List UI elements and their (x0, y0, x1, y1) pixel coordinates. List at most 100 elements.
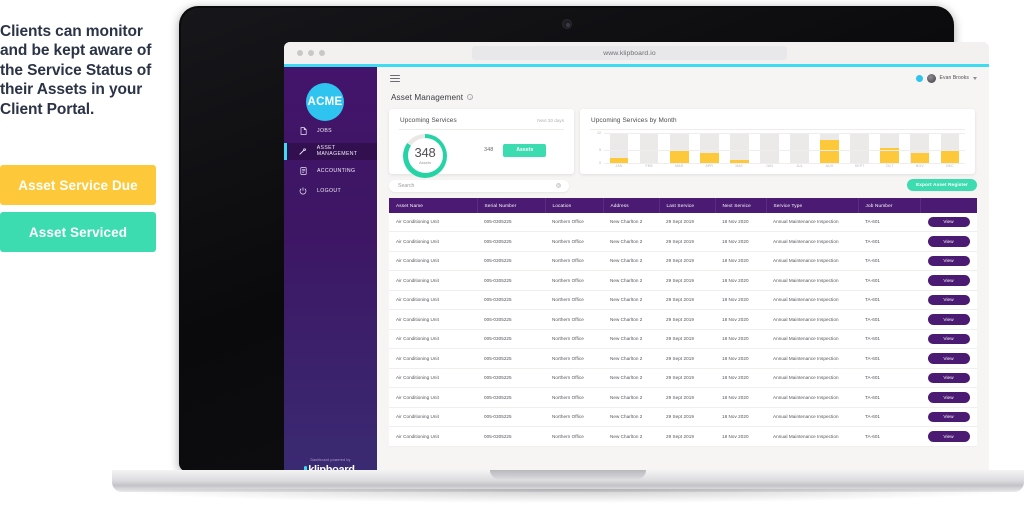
column-header[interactable] (920, 197, 977, 213)
assets-badge: Assets (503, 143, 547, 157)
table-cell: Annual Maintenance Inspection (766, 231, 858, 252)
table-cell-action: View (920, 231, 977, 252)
export-asset-register-button[interactable]: Export Asset Register (906, 179, 977, 191)
table-row[interactable]: Air Conditioning Unit 005-0305225 Northern… (389, 348, 977, 369)
table-cell: Northern Office (545, 368, 603, 388)
table-cell: TA-601 (858, 270, 920, 291)
window-controls[interactable] (297, 50, 325, 56)
bar-dec[interactable] (940, 150, 960, 163)
table-cell: TA-601 (858, 251, 920, 271)
column-header[interactable]: Job Number (858, 197, 921, 213)
column-header[interactable]: Asset Name (389, 197, 478, 213)
table-row[interactable]: Air Conditioning Unit 005-0305225 Northern… (389, 290, 977, 310)
view-button[interactable]: View (927, 294, 970, 305)
view-button[interactable]: View (927, 275, 970, 286)
table-row[interactable]: Air Conditioning Unit 005-0305225 Northern… (389, 407, 977, 427)
column-header[interactable]: Last Service (659, 197, 716, 213)
bar-slot[interactable] (935, 132, 965, 163)
view-button[interactable]: View (927, 333, 970, 344)
table-cell: Air Conditioning Unit (389, 251, 477, 271)
table-row[interactable]: Air Conditioning Unit 005-0305225 Northern… (389, 231, 977, 252)
bar-slot[interactable] (634, 132, 664, 163)
maximize-icon[interactable] (319, 50, 325, 56)
minimize-icon[interactable] (308, 50, 314, 56)
column-header[interactable]: Location (545, 197, 604, 213)
user-menu[interactable]: Evan Brooks (915, 73, 977, 83)
table-cell: 29 Sept 2019 (659, 329, 715, 349)
table-cell: 29 Sept 2019 (659, 270, 715, 291)
view-button[interactable]: View (927, 411, 970, 422)
table-row[interactable]: Air Conditioning Unit 005-0305225 Northern… (389, 251, 977, 271)
table-cell: 005-0305225 (477, 426, 545, 447)
view-button[interactable]: View (927, 431, 970, 442)
table-row[interactable]: Air Conditioning Unit 005-0305225 Northern… (389, 270, 977, 291)
bar-mar[interactable] (669, 150, 689, 163)
view-button[interactable]: View (927, 236, 970, 247)
search-input[interactable] (398, 182, 538, 189)
donut-label: Assets (418, 160, 431, 165)
clear-icon[interactable]: ✕ (555, 182, 561, 189)
sidebar-item-jobs[interactable]: JOBS (284, 123, 377, 140)
url-bar[interactable]: www.klipboard.io (472, 46, 787, 60)
bar-aug[interactable] (820, 140, 839, 163)
bar-slot[interactable] (905, 132, 935, 163)
bar-nov[interactable] (910, 152, 930, 163)
table-cell: Air Conditioning Unit (389, 329, 477, 349)
sidebar-item-asset-management[interactable]: ASSET MANAGEMENT (284, 142, 377, 160)
table-cell: TA-601 (858, 290, 920, 310)
table-cell-action: View (920, 368, 977, 388)
column-header[interactable]: Address (603, 197, 660, 213)
close-icon[interactable] (297, 50, 303, 56)
bar-slot[interactable] (664, 132, 694, 163)
table-row[interactable]: Air Conditioning Unit 005-0305225 Northern… (389, 212, 977, 232)
table-cell: Northern Office (545, 348, 603, 369)
column-header[interactable]: Service Type (766, 197, 859, 213)
table-cell: 005-0305225 (477, 309, 545, 330)
table-row[interactable]: Air Conditioning Unit 005-0305225 Northern… (389, 387, 977, 408)
bar-slot[interactable] (815, 132, 845, 163)
bar-slot[interactable] (604, 132, 634, 163)
chart-title: Upcoming Services by Month (591, 116, 677, 124)
bar-slot[interactable] (754, 132, 784, 163)
table-cell: Northern Office (545, 387, 603, 408)
view-button[interactable]: View (927, 392, 970, 403)
column-header[interactable]: Serial Number (477, 197, 546, 213)
table-row[interactable]: Air Conditioning Unit 005-0305225 Northern… (389, 368, 977, 388)
bar-slot[interactable] (784, 132, 814, 163)
search-field[interactable]: ✕ (389, 179, 569, 192)
table-cell: 005-0305225 (477, 270, 545, 291)
laptop-base-notch (490, 470, 646, 479)
view-button[interactable]: View (927, 314, 970, 325)
bar-slot[interactable] (694, 132, 724, 163)
view-button[interactable]: View (927, 372, 970, 383)
assets-donut-chart: 348 Assets (403, 133, 447, 178)
chevron-down-icon[interactable] (973, 76, 977, 80)
table-row[interactable]: Air Conditioning Unit 005-0305225 Northern… (389, 309, 977, 330)
table-cell: 29 Sept 2019 (659, 251, 715, 271)
sidebar-item-label: JOBS (317, 128, 332, 134)
view-button[interactable]: View (927, 255, 970, 266)
sidebar-item-label: ACCOUNTING (317, 168, 356, 174)
notification-icon[interactable] (915, 74, 923, 82)
chart-legend: 348 Assets (484, 143, 547, 157)
bar-slot[interactable] (724, 132, 754, 163)
sidebar-item-accounting[interactable]: ACCOUNTING (284, 163, 377, 180)
bar-slot[interactable] (875, 132, 905, 163)
table-row[interactable]: Air Conditioning Unit 005-0305225 Northern… (389, 426, 977, 447)
card-subtitle: Next 30 days (537, 117, 564, 123)
table-cell: Northern Office (545, 212, 603, 232)
bar-apr[interactable] (699, 152, 719, 163)
table-cell: 29 Sept 2019 (659, 231, 715, 252)
sidebar-item-logout[interactable]: LOGOUT (284, 183, 377, 200)
hamburger-icon[interactable] (390, 74, 400, 85)
view-button[interactable]: View (927, 216, 970, 227)
column-header[interactable]: Next Service (715, 197, 767, 213)
info-icon[interactable]: i (467, 94, 474, 100)
bar-slot[interactable] (845, 132, 875, 163)
table-cell: Annual Maintenance Inspection (766, 329, 858, 349)
view-button[interactable]: View (927, 353, 970, 364)
table-cell: 18 Nov 2020 (715, 290, 766, 310)
table-row[interactable]: Air Conditioning Unit 005-0305225 Northern… (389, 329, 977, 349)
browser-chrome: www.klipboard.io (284, 42, 989, 64)
assets-table-container[interactable]: Asset Name Serial Number Location Address La… (389, 197, 977, 463)
